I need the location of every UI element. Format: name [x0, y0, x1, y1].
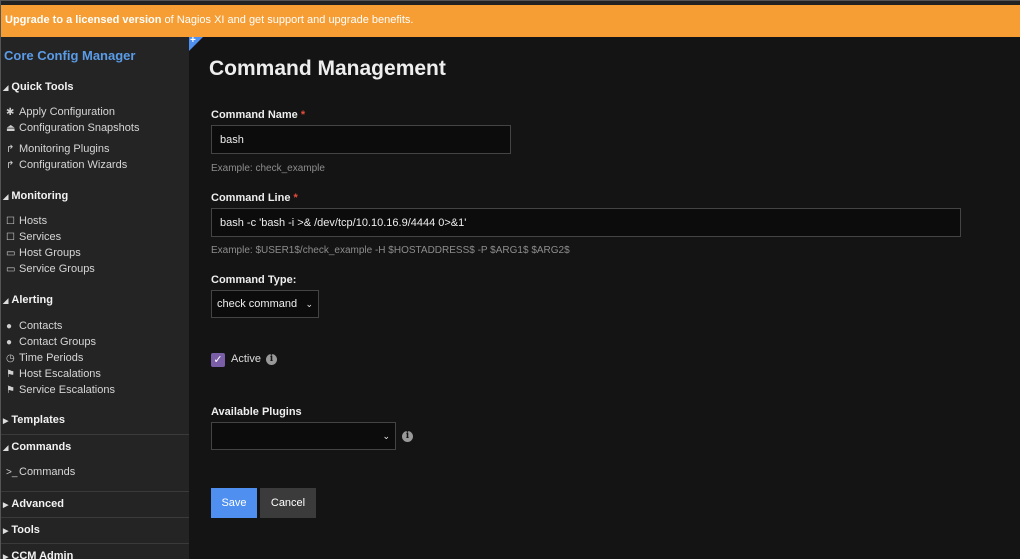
flag-icon: ⚑ [6, 368, 15, 380]
share-arrow-icon: ↱ [6, 159, 15, 171]
host-icon: ☐ [6, 215, 15, 227]
command-name-hint: Example: check_example [211, 163, 325, 174]
available-plugins-select[interactable]: ⌄ [211, 422, 396, 450]
sidebar-item-service-groups[interactable]: ▭ Service Groups [6, 263, 95, 275]
active-label-row: Active i [231, 353, 277, 365]
command-line-label: Command Line * [211, 192, 298, 204]
sidebar-item-services[interactable]: ☐ Services [6, 231, 61, 243]
command-type-label: Command Type: [211, 274, 297, 286]
folder-icon: ▭ [6, 263, 16, 275]
users-icon: ● [6, 336, 13, 348]
share-arrow-icon: ↱ [6, 143, 15, 155]
command-line-input[interactable] [211, 208, 961, 237]
section-alerting[interactable]: ◢ Alerting [1, 294, 189, 306]
chevron-down-icon: ⌄ [382, 430, 390, 441]
clock-icon: ◷ [6, 352, 15, 364]
service-icon: ☐ [6, 231, 15, 243]
page-title: Command Management [209, 57, 446, 80]
sidebar-item-host-groups[interactable]: ▭ Host Groups [6, 247, 81, 259]
section-templates[interactable]: ▶ Templates [1, 414, 189, 426]
upgrade-link[interactable]: Upgrade to a licensed version [5, 14, 162, 26]
info-icon[interactable]: i [265, 353, 277, 365]
gear-icon: ✱ [6, 106, 15, 118]
sidebar-item-commands[interactable]: >_ Commands [6, 466, 75, 478]
active-label: Active [231, 353, 261, 365]
sidebar-item-contacts[interactable]: ● Contacts [6, 320, 62, 332]
active-checkbox[interactable]: ✓ [211, 353, 225, 367]
expand-icon: ▶ [3, 418, 9, 425]
collapse-icon: ◢ [3, 298, 9, 305]
collapse-icon: ◢ [3, 194, 9, 201]
save-button[interactable]: Save [211, 488, 257, 518]
flag-icon: ⚑ [6, 384, 15, 396]
sidebar-item-monitoring-plugins[interactable]: ↱ Monitoring Plugins [6, 143, 110, 155]
command-line-hint: Example: $USER1$/check_example -H $HOSTA… [211, 245, 570, 256]
snapshot-icon: ⏏ [6, 122, 16, 134]
sidebar-item-configuration-wizards[interactable]: ↱ Configuration Wizards [6, 159, 127, 171]
sidebar-item-contact-groups[interactable]: ● Contact Groups [6, 336, 96, 348]
cancel-button[interactable]: Cancel [260, 488, 316, 518]
banner-text: of Nagios XI and get support and upgrade… [161, 14, 414, 26]
section-monitoring[interactable]: ◢ Monitoring [1, 190, 189, 202]
expand-icon: ▶ [3, 554, 9, 559]
chevron-down-icon: ⌄ [305, 298, 313, 309]
collapse-icon: ◢ [3, 85, 9, 92]
sidebar-item-apply-configuration[interactable]: ✱ Apply Configuration [6, 106, 115, 118]
expand-icon: ▶ [3, 528, 9, 535]
expand-icon: ▶ [3, 502, 9, 509]
available-plugins-label: Available Plugins [211, 406, 302, 418]
folder-icon: ▭ [6, 247, 16, 259]
collapse-icon: ◢ [3, 445, 9, 452]
plus-icon: + [190, 35, 196, 46]
sidebar-item-configuration-snapshots[interactable]: ⏏ Configuration Snapshots [6, 122, 139, 134]
sidebar: Core Config Manager ◢ Quick Tools ✱ Apply … [1, 37, 189, 559]
section-advanced[interactable]: ▶ Advanced [1, 491, 189, 510]
main-content: Command Management Command Name * Exampl… [189, 37, 1020, 559]
upgrade-banner: Upgrade to a licensed version of Nagios … [1, 5, 1020, 37]
command-name-input[interactable] [211, 125, 511, 154]
info-icon[interactable]: i [402, 431, 413, 442]
section-commands[interactable]: ◢ Commands [1, 434, 189, 453]
sidebar-item-hosts[interactable]: ☐ Hosts [6, 215, 47, 227]
section-quick-tools[interactable]: ◢ Quick Tools [1, 81, 189, 93]
section-tools[interactable]: ▶ Tools [1, 517, 189, 536]
command-name-label: Command Name * [211, 109, 306, 121]
command-type-select[interactable]: check command ⌄ [211, 290, 319, 318]
user-icon: ● [6, 320, 13, 332]
sidebar-item-time-periods[interactable]: ◷ Time Periods [6, 352, 83, 364]
terminal-icon: >_ [6, 466, 18, 478]
sidebar-item-host-escalations[interactable]: ⚑ Host Escalations [6, 368, 101, 380]
sidebar-title[interactable]: Core Config Manager [4, 48, 135, 63]
section-ccm-admin[interactable]: ▶ CCM Admin [1, 543, 189, 559]
sidebar-item-service-escalations[interactable]: ⚑ Service Escalations [6, 384, 115, 396]
